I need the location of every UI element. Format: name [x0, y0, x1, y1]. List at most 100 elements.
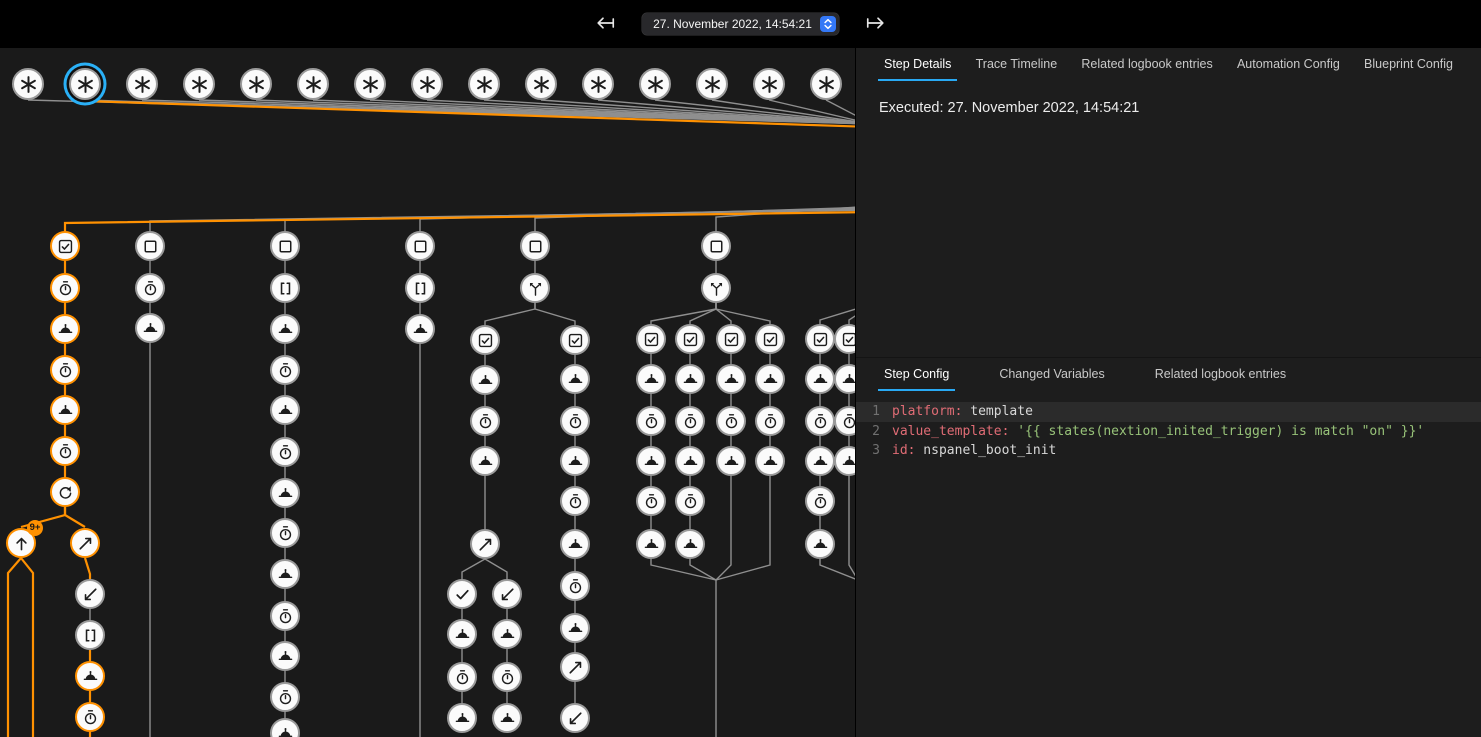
- trace-node[interactable]: [755, 406, 785, 436]
- trace-node[interactable]: [636, 324, 666, 354]
- trace-node[interactable]: [675, 406, 705, 436]
- trace-node[interactable]: [405, 273, 435, 303]
- trace-node[interactable]: [716, 406, 746, 436]
- trace-node[interactable]: [520, 273, 550, 303]
- trace-node[interactable]: [297, 68, 329, 100]
- trace-node[interactable]: [755, 324, 785, 354]
- trace-node[interactable]: [270, 682, 300, 712]
- trace-node[interactable]: [270, 355, 300, 385]
- trace-node[interactable]: [447, 703, 477, 733]
- trace-node[interactable]: [470, 529, 500, 559]
- trace-node[interactable]: [675, 364, 705, 394]
- tab-blueprint-config[interactable]: Blueprint Config: [1358, 48, 1459, 81]
- trace-node[interactable]: [636, 529, 666, 559]
- trace-node[interactable]: [240, 68, 272, 100]
- trace-node[interactable]: [636, 364, 666, 394]
- trace-node[interactable]: [135, 231, 165, 261]
- trace-node[interactable]: [492, 619, 522, 649]
- trace-node[interactable]: [135, 313, 165, 343]
- trace-node[interactable]: [675, 529, 705, 559]
- trace-node[interactable]: [675, 324, 705, 354]
- tab-step-details[interactable]: Step Details: [878, 48, 957, 81]
- trace-node[interactable]: [70, 528, 100, 558]
- trace-node[interactable]: [716, 364, 746, 394]
- tab-automation-config[interactable]: Automation Config: [1231, 48, 1346, 81]
- trace-node[interactable]: [560, 613, 590, 643]
- tab-trace-timeline[interactable]: Trace Timeline: [970, 48, 1064, 81]
- trace-node[interactable]: [560, 529, 590, 559]
- trace-node[interactable]: [75, 702, 105, 732]
- trace-node[interactable]: [12, 68, 44, 100]
- trace-node[interactable]: [69, 68, 101, 100]
- trace-node[interactable]: [716, 446, 746, 476]
- trace-node[interactable]: [805, 446, 835, 476]
- trace-node[interactable]: [492, 703, 522, 733]
- trace-node[interactable]: [805, 486, 835, 516]
- trace-node[interactable]: [50, 273, 80, 303]
- trace-node[interactable]: [805, 364, 835, 394]
- tab-related-logbook-entries[interactable]: Related logbook entries: [1075, 48, 1218, 81]
- trace-node[interactable]: [492, 579, 522, 609]
- trace-node[interactable]: [805, 406, 835, 436]
- trace-node[interactable]: [675, 446, 705, 476]
- trace-node[interactable]: [675, 486, 705, 516]
- trace-node[interactable]: [755, 364, 785, 394]
- trace-node[interactable]: [468, 68, 500, 100]
- trace-node[interactable]: [270, 437, 300, 467]
- trace-node[interactable]: 9+: [6, 528, 36, 558]
- trace-node[interactable]: [470, 406, 500, 436]
- trace-node[interactable]: [270, 478, 300, 508]
- trace-node[interactable]: [75, 579, 105, 609]
- trace-node[interactable]: [135, 273, 165, 303]
- trace-node[interactable]: [405, 231, 435, 261]
- trace-node[interactable]: [75, 661, 105, 691]
- tab-step-related-logbook-entries[interactable]: Related logbook entries: [1149, 358, 1292, 391]
- trace-node[interactable]: [560, 446, 590, 476]
- trace-node[interactable]: [560, 571, 590, 601]
- previous-run-button[interactable]: [592, 10, 618, 39]
- tab-changed-variables[interactable]: Changed Variables: [993, 358, 1110, 391]
- trace-node[interactable]: [805, 529, 835, 559]
- trace-node[interactable]: [805, 324, 835, 354]
- trace-node[interactable]: [470, 365, 500, 395]
- trace-node[interactable]: [560, 703, 590, 733]
- trace-node[interactable]: [50, 314, 80, 344]
- trace-node[interactable]: [639, 68, 671, 100]
- trace-node[interactable]: [810, 68, 842, 100]
- trace-node[interactable]: [50, 355, 80, 385]
- trace-node[interactable]: [270, 314, 300, 344]
- trace-node[interactable]: [636, 486, 666, 516]
- trace-node[interactable]: [270, 518, 300, 548]
- trace-node[interactable]: [560, 325, 590, 355]
- trace-node[interactable]: [470, 446, 500, 476]
- trace-graph[interactable]: 9+: [0, 48, 855, 737]
- trace-node[interactable]: [755, 446, 785, 476]
- trace-node[interactable]: [560, 406, 590, 436]
- trace-node[interactable]: [447, 619, 477, 649]
- trace-node[interactable]: [701, 273, 731, 303]
- trace-node[interactable]: [753, 68, 785, 100]
- trace-node[interactable]: [270, 273, 300, 303]
- trace-node[interactable]: [50, 231, 80, 261]
- step-config-code[interactable]: 1platform: template 2value_template: '{{…: [856, 402, 1481, 461]
- next-run-button[interactable]: [863, 10, 889, 39]
- trace-node[interactable]: [492, 662, 522, 692]
- trace-node[interactable]: [701, 231, 731, 261]
- trace-node[interactable]: [270, 601, 300, 631]
- trace-node[interactable]: [582, 68, 614, 100]
- trace-node[interactable]: [411, 68, 443, 100]
- trace-node[interactable]: [470, 325, 500, 355]
- trace-node[interactable]: [405, 314, 435, 344]
- trace-node[interactable]: [126, 68, 158, 100]
- trace-node[interactable]: [50, 477, 80, 507]
- trace-node[interactable]: [50, 436, 80, 466]
- trace-node[interactable]: [560, 652, 590, 682]
- trace-node[interactable]: [270, 395, 300, 425]
- run-selector-dropdown[interactable]: 27. November 2022, 14:54:21: [642, 13, 839, 35]
- tab-step-config[interactable]: Step Config: [878, 358, 955, 391]
- trace-node[interactable]: [270, 641, 300, 671]
- trace-node[interactable]: [270, 231, 300, 261]
- trace-node[interactable]: [560, 486, 590, 516]
- trace-node[interactable]: [636, 446, 666, 476]
- trace-node[interactable]: [270, 559, 300, 589]
